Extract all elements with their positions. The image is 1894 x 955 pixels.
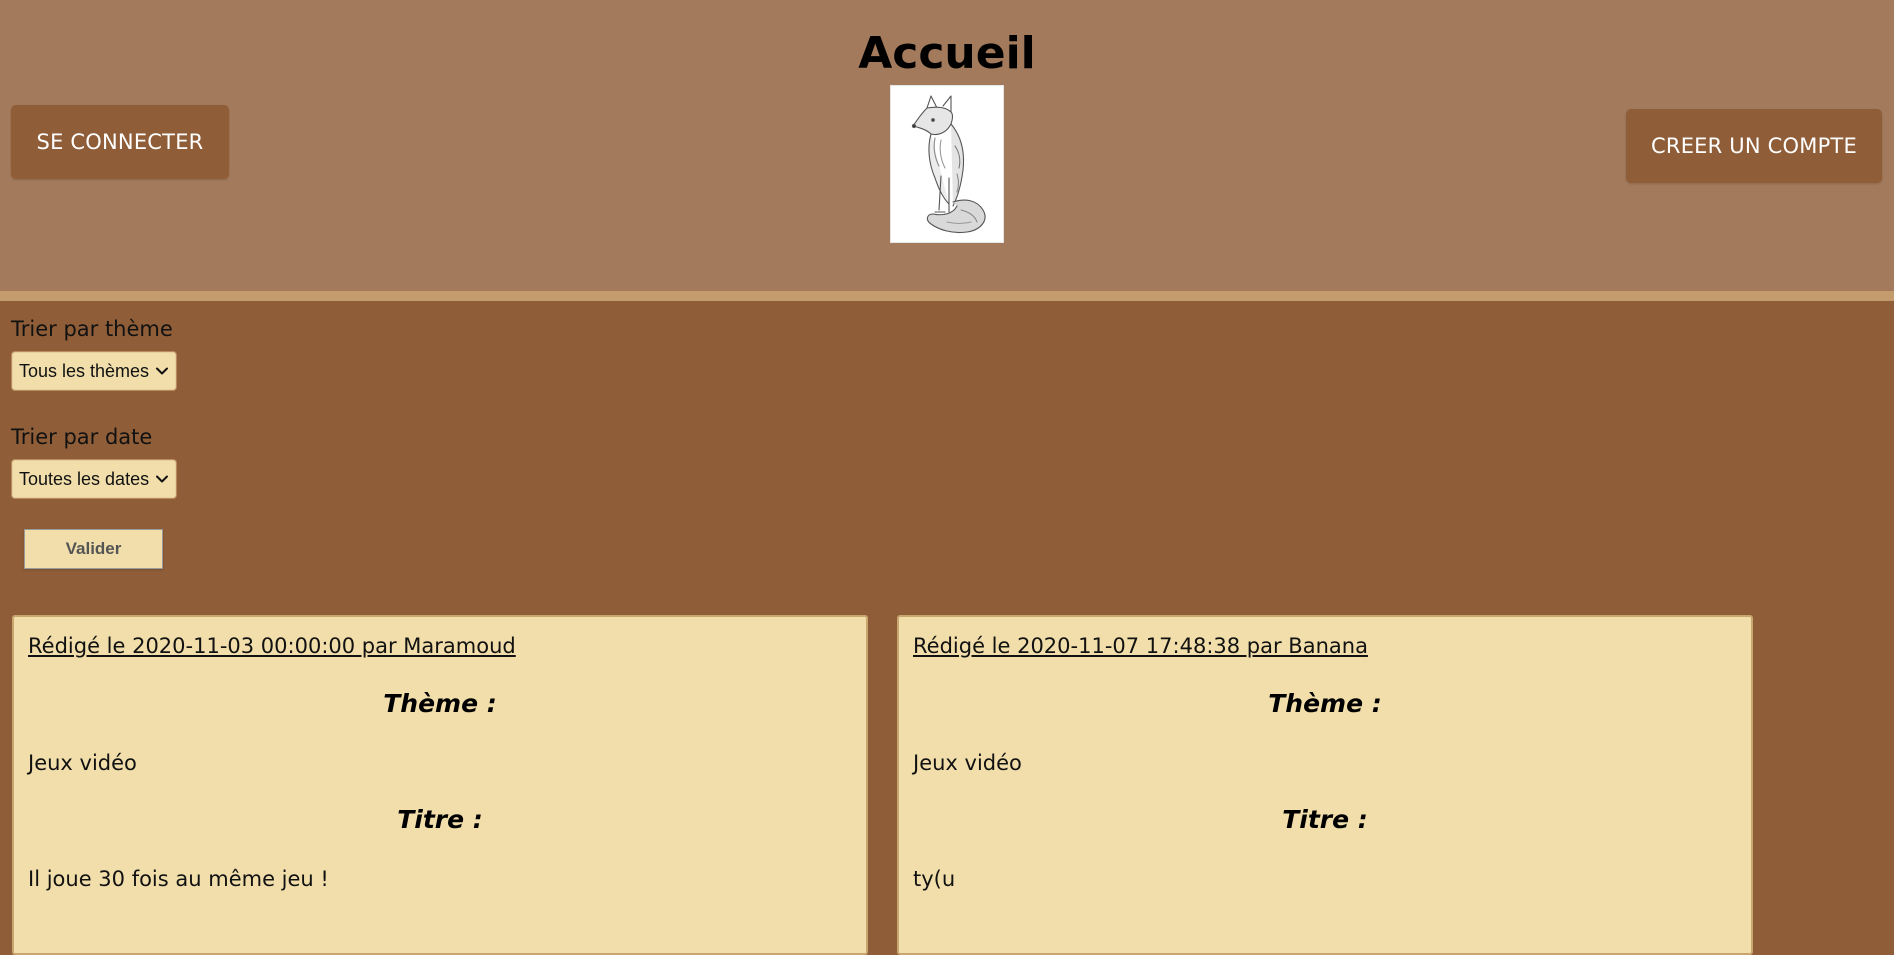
fox-logo-icon [890, 85, 1004, 243]
chevron-down-icon [156, 475, 168, 483]
theme-filter-label: Trier par thème [11, 317, 173, 341]
date-filter-select[interactable]: Toutes les dates [11, 459, 177, 499]
date-filter-value: Toutes les dates [19, 468, 150, 489]
article-theme: Jeux vidéo [913, 751, 1022, 775]
header-divider [0, 291, 1894, 301]
page-title: Accueil [858, 28, 1036, 79]
site-header: Accueil SE CONNECTER CREER UN COMPTE [0, 0, 1894, 291]
theme-filter-select[interactable]: Tous les thèmes [11, 351, 177, 391]
chevron-down-icon [156, 367, 168, 375]
article-title: Il joue 30 fois au même jeu ! [28, 867, 329, 891]
title-heading: Titre : [1282, 805, 1368, 834]
article-card: Rédigé le 2020-11-07 17:48:38 par Banana… [897, 615, 1753, 955]
article-meta-link[interactable]: Rédigé le 2020-11-07 17:48:38 par Banana [913, 634, 1368, 658]
article-card: Rédigé le 2020-11-03 00:00:00 par Maramo… [12, 615, 868, 955]
article-title: ty(u [913, 867, 956, 891]
article-theme: Jeux vidéo [28, 751, 137, 775]
article-meta-link[interactable]: Rédigé le 2020-11-03 00:00:00 par Maramo… [28, 634, 516, 658]
date-filter-label: Trier par date [11, 425, 153, 449]
register-button[interactable]: CREER UN COMPTE [1626, 109, 1882, 183]
theme-heading: Thème : [383, 689, 497, 718]
fox-sketch-icon [911, 95, 986, 234]
theme-filter-value: Tous les thèmes [19, 360, 150, 381]
theme-heading: Thème : [1268, 689, 1382, 718]
login-button[interactable]: SE CONNECTER [11, 105, 229, 179]
submit-filter-button[interactable]: Valider [24, 529, 163, 569]
title-heading: Titre : [397, 805, 483, 834]
